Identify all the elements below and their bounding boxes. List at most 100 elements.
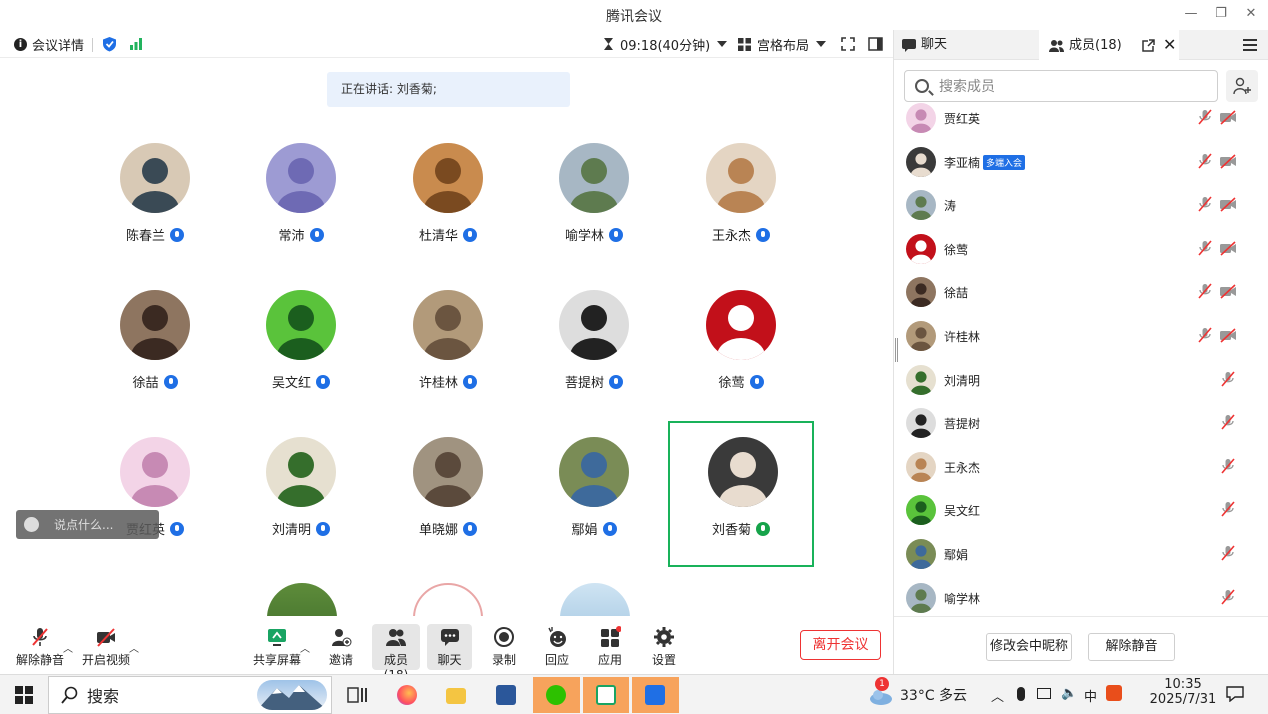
- member-list-item[interactable]: 涛: [894, 183, 1268, 227]
- start-video-button[interactable]: 开启视频: [76, 626, 136, 668]
- chat-button[interactable]: 聊天: [427, 624, 472, 670]
- security-button[interactable]: [102, 34, 117, 54]
- participant-tile[interactable]: 徐喆: [82, 274, 228, 420]
- member-list-item[interactable]: 菩提树: [894, 401, 1268, 445]
- battery-icon[interactable]: [1037, 688, 1051, 699]
- members-button[interactable]: 成员(18): [372, 624, 420, 682]
- mic-off-icon[interactable]: [1219, 500, 1237, 518]
- mic-off-icon[interactable]: [1196, 326, 1214, 344]
- participant-tile[interactable]: 陈春兰: [82, 127, 228, 273]
- mic-off-icon[interactable]: [1219, 370, 1237, 388]
- member-list-item[interactable]: 许桂林: [894, 314, 1268, 358]
- member-list-item[interactable]: 王永杰: [894, 445, 1268, 489]
- timer-label: 09:18(40分钟): [620, 38, 711, 54]
- apps-button[interactable]: 应用: [580, 626, 640, 668]
- meeting-info-button[interactable]: i 会议详情: [14, 34, 84, 54]
- wechat-app[interactable]: [533, 677, 580, 713]
- emoji-icon[interactable]: [24, 517, 39, 532]
- fullscreen-button[interactable]: [841, 34, 855, 54]
- sidebar-toggle-button[interactable]: [868, 34, 883, 54]
- member-name: 徐莺: [944, 242, 969, 257]
- member-list-item[interactable]: 徐喆: [894, 270, 1268, 314]
- ime-icon[interactable]: 中: [1084, 686, 1097, 705]
- participant-tile[interactable]: 刘香菊: [668, 421, 814, 567]
- windows-start-button[interactable]: [15, 686, 33, 707]
- participant-tile[interactable]: 王永杰: [668, 127, 814, 273]
- tab-chat[interactable]: 聊天: [902, 30, 947, 60]
- member-name-row: 徐喆: [944, 284, 968, 301]
- member-list-item[interactable]: 喻学林: [894, 576, 1268, 620]
- menu-button[interactable]: [1243, 30, 1257, 60]
- taskview-button[interactable]: [339, 677, 375, 713]
- mic-off-icon[interactable]: [1219, 457, 1237, 475]
- unmute-all-button[interactable]: 解除静音: [1088, 633, 1175, 661]
- notification-center-button[interactable]: [1226, 686, 1244, 705]
- react-button[interactable]: 回应: [527, 626, 587, 668]
- participant-tile[interactable]: 鄢娟: [521, 421, 667, 567]
- close-window-icon[interactable]: ✕: [1240, 4, 1262, 24]
- member-list-item[interactable]: 吴文红: [894, 488, 1268, 532]
- tab-members[interactable]: 成员(18): [1039, 30, 1179, 61]
- mic-off-icon[interactable]: [1219, 588, 1237, 606]
- member-list-item[interactable]: 贾红英: [894, 96, 1268, 140]
- video-off-icon[interactable]: [1219, 239, 1237, 257]
- mic-off-icon[interactable]: [1196, 239, 1214, 257]
- mic-off-icon[interactable]: [1196, 152, 1214, 170]
- mic-off-icon[interactable]: [1219, 544, 1237, 562]
- chat-quick-input[interactable]: 说点什么...: [16, 510, 159, 539]
- mic-off-icon[interactable]: [1196, 282, 1214, 300]
- video-off-icon[interactable]: [1219, 282, 1237, 300]
- chevron-up-icon[interactable]: ︿: [63, 640, 73, 655]
- record-button[interactable]: 录制: [474, 626, 534, 668]
- file-explorer-app[interactable]: [438, 677, 474, 713]
- clock[interactable]: 10:35 2025/7/31: [1146, 677, 1220, 707]
- firefox-app[interactable]: [389, 677, 425, 713]
- member-list-item[interactable]: 李亚楠 多端入会: [894, 140, 1268, 184]
- participant-tile[interactable]: 单晓娜: [375, 421, 521, 567]
- network-signal-button[interactable]: [129, 34, 143, 54]
- video-off-icon[interactable]: [1219, 195, 1237, 213]
- volume-icon[interactable]: 🔈: [1061, 686, 1077, 701]
- participant-tile[interactable]: 喻学林: [521, 127, 667, 273]
- mic-off-icon[interactable]: [1196, 195, 1214, 213]
- participant-tile[interactable]: 刘清明: [228, 421, 374, 567]
- minimize-icon[interactable]: —: [1180, 4, 1202, 24]
- chevron-up-icon[interactable]: ︿: [300, 640, 310, 655]
- video-off-icon[interactable]: [1219, 326, 1237, 344]
- popout-button[interactable]: [1142, 30, 1155, 60]
- participant-tile[interactable]: 杜清华: [375, 127, 521, 273]
- settings-button[interactable]: 设置: [634, 626, 694, 668]
- participant-tile[interactable]: 常沛: [228, 127, 374, 273]
- unmute-button[interactable]: 解除静音: [10, 626, 70, 668]
- share-screen-button[interactable]: 共享屏幕: [247, 626, 307, 668]
- restore-icon[interactable]: ❐: [1210, 4, 1232, 24]
- video-off-icon[interactable]: [1219, 152, 1237, 170]
- participant-tile[interactable]: 徐莺: [668, 274, 814, 420]
- invite-button[interactable]: 邀请: [311, 626, 371, 668]
- close-panel-icon[interactable]: ✕: [1163, 30, 1176, 60]
- participant-tile[interactable]: 菩提树: [521, 274, 667, 420]
- taskbar-search-input[interactable]: 搜索: [48, 676, 332, 714]
- layout-button[interactable]: 宫格布局: [738, 34, 827, 54]
- member-list-item[interactable]: 刘清明: [894, 358, 1268, 402]
- leave-meeting-button[interactable]: 离开会议: [800, 630, 881, 660]
- window-title: 腾讯会议: [606, 9, 662, 25]
- member-list-item[interactable]: 徐莺: [894, 227, 1268, 271]
- word-app[interactable]: [488, 677, 524, 713]
- participant-tile[interactable]: 许桂林: [375, 274, 521, 420]
- participant-tile[interactable]: 贾红英: [82, 421, 228, 567]
- member-list-item[interactable]: 鄢娟: [894, 532, 1268, 576]
- lanxin-app[interactable]: [632, 677, 679, 713]
- panel-resize-handle[interactable]: [895, 338, 898, 362]
- chevron-up-icon[interactable]: ︿: [129, 640, 139, 655]
- sogou-ime-icon[interactable]: [1106, 685, 1122, 701]
- tencent-meeting-app[interactable]: [583, 677, 629, 713]
- timer-button[interactable]: 09:18(40分钟): [603, 34, 728, 54]
- microphone-icon[interactable]: [1017, 687, 1025, 701]
- tray-overflow-icon[interactable]: ︿: [991, 686, 1004, 705]
- rename-button[interactable]: 修改会中昵称: [986, 633, 1072, 661]
- mic-off-icon[interactable]: [1219, 413, 1237, 431]
- participant-tile[interactable]: 吴文红: [228, 274, 374, 420]
- mic-off-icon[interactable]: [1196, 108, 1214, 126]
- video-off-icon[interactable]: [1219, 108, 1237, 126]
